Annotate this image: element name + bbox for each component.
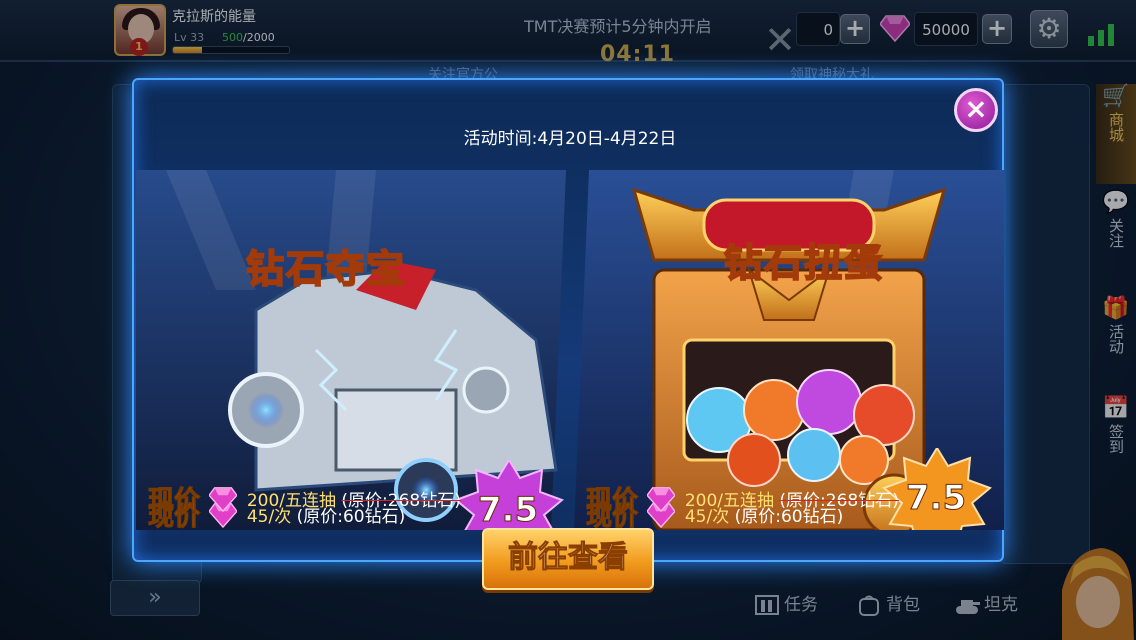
promotion-modal: 活动时间:4月20日-4月22日 × 钻石夺宝 7.5 现价 45/次 (原价:… — [132, 78, 1004, 590]
card-title: 钻石扭蛋 — [723, 240, 885, 286]
activity-time: 活动时间:4月20日-4月22日 — [463, 129, 677, 149]
game-screen: 1 克拉斯的能量 Lv 33 500/2000 TMT决赛预计5分钟内开启 04… — [0, 0, 1136, 640]
discount-label: 7.5折 — [905, 478, 967, 519]
close-modal-button[interactable]: × — [954, 88, 998, 132]
view-details-button[interactable]: 前往查看 — [482, 528, 654, 590]
card-title: 钻石夺宝 — [245, 246, 407, 292]
diamond-treasure-card[interactable]: 钻石夺宝 7.5折 现价 45/次 (原价:60钻石) — [136, 170, 566, 530]
diamond-gacha-card[interactable]: 钻石扭蛋 7.5折 现价 45/次 (原价:60钻石) — [574, 170, 1004, 530]
price-row-multi: 现价 200/五连抽 (原价:268钻石) — [585, 486, 899, 517]
discount-label: 7.5折 — [477, 490, 539, 531]
gem-icon — [647, 486, 676, 512]
gem-icon — [209, 486, 238, 512]
price-row-multi: 现价 200/五连抽 (原价:268钻石) — [147, 486, 461, 517]
